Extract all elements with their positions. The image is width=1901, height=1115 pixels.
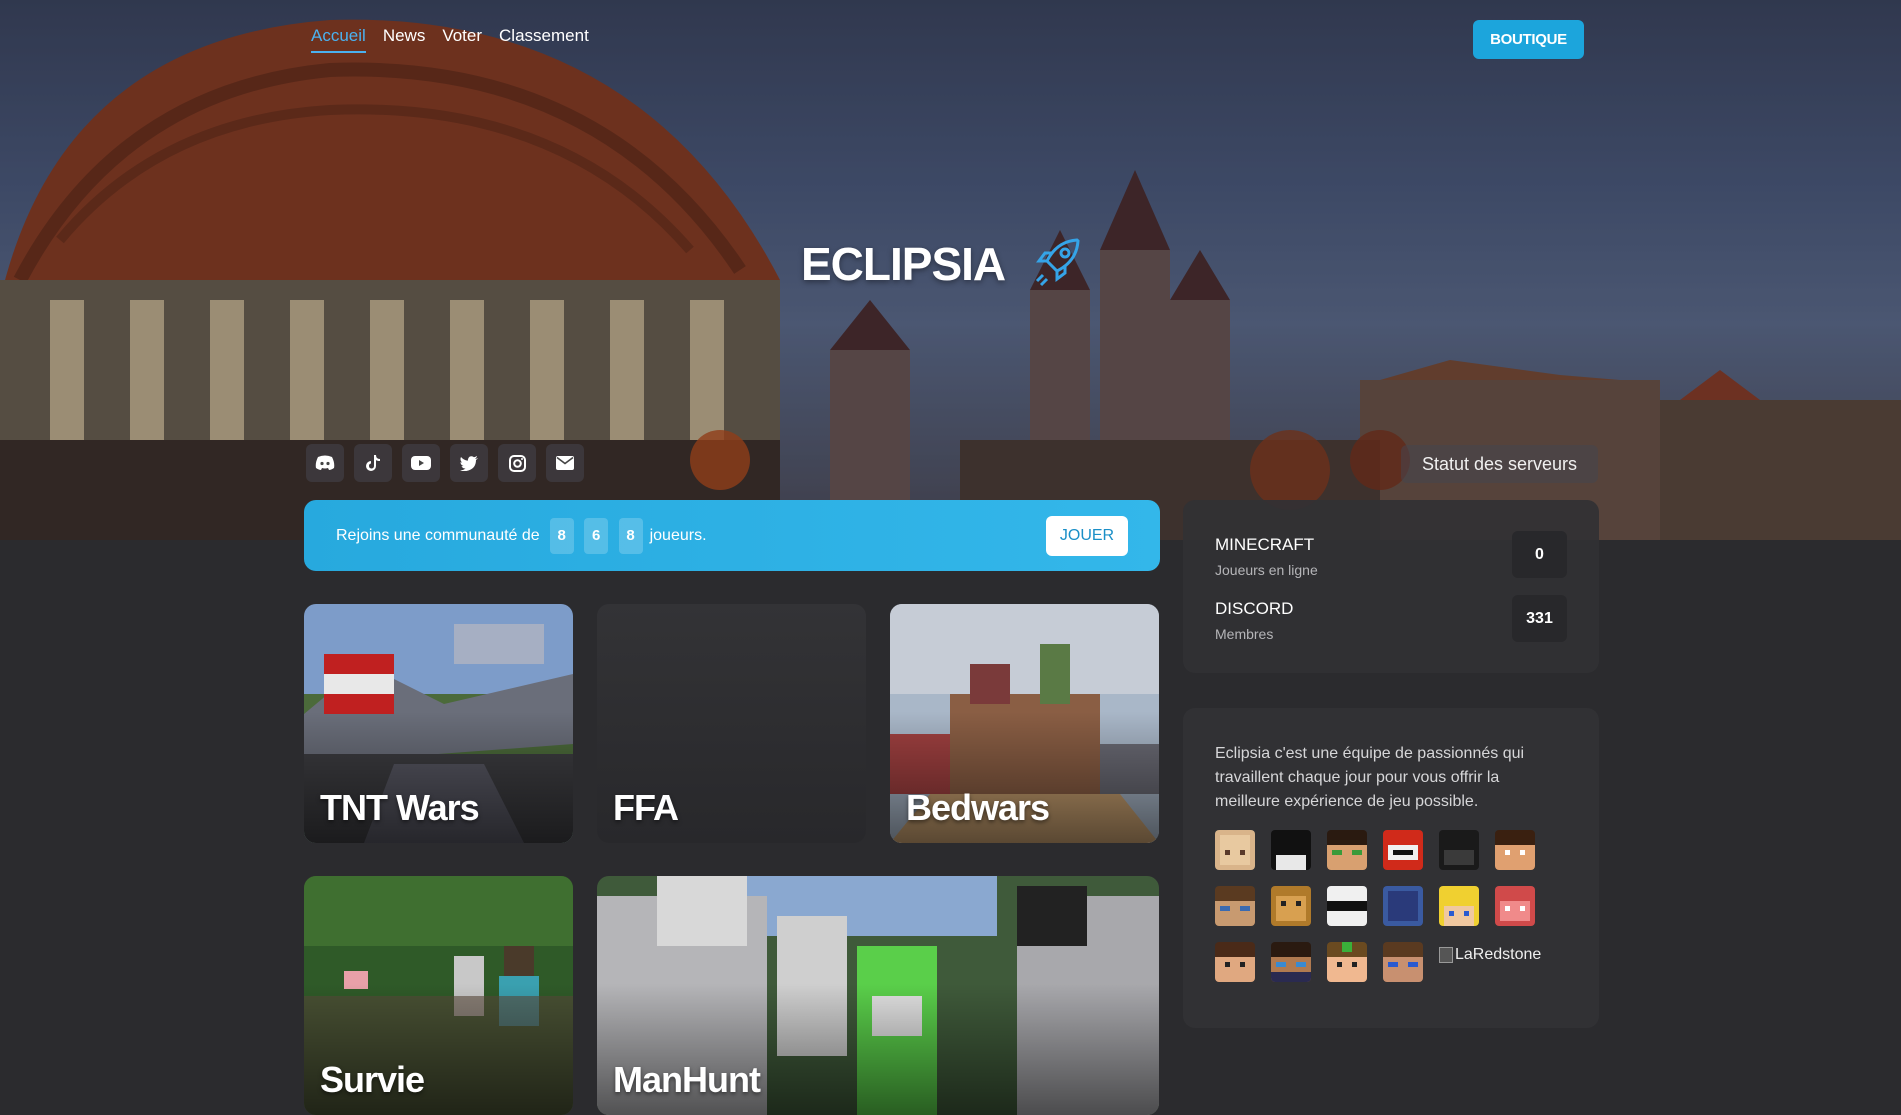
social-links xyxy=(306,444,584,482)
server-subtitle: Joueurs en ligne xyxy=(1215,562,1318,578)
player-count-digit: 8 xyxy=(549,517,574,554)
tiktok-icon[interactable] xyxy=(354,444,392,482)
avatar[interactable] xyxy=(1215,886,1255,926)
avatar[interactable] xyxy=(1327,942,1367,982)
avatar[interactable] xyxy=(1383,942,1423,982)
server-count: 0 xyxy=(1512,531,1567,578)
server-count: 331 xyxy=(1512,595,1567,642)
game-card-tnt-wars[interactable]: TNT Wars xyxy=(304,604,573,843)
server-name: DISCORD xyxy=(1215,599,1294,618)
avatar[interactable] xyxy=(1439,830,1479,870)
brand: ECLIPSIA xyxy=(801,235,1083,292)
about-text: Eclipsia c'est une équipe de passionnés … xyxy=(1215,745,1525,810)
server-row-minecraft: MINECRAFT Joueurs en ligne xyxy=(1215,535,1318,578)
server-subtitle: Membres xyxy=(1215,626,1274,642)
avatar[interactable] xyxy=(1215,830,1255,870)
about-panel: Eclipsia c'est une équipe de passionnés … xyxy=(1183,708,1599,1028)
join-text-suffix: joueurs. xyxy=(649,526,707,544)
avatar[interactable] xyxy=(1439,886,1479,926)
instagram-icon[interactable] xyxy=(498,444,536,482)
nav-item-news[interactable]: News xyxy=(383,26,426,53)
avatar[interactable] xyxy=(1327,830,1367,870)
youtube-icon[interactable] xyxy=(402,444,440,482)
avatar-alt-text: LaRedstone xyxy=(1455,946,1542,963)
game-card-bedwars[interactable]: Bedwars xyxy=(890,604,1159,843)
avatar[interactable] xyxy=(1383,830,1423,870)
player-count-digit: 6 xyxy=(584,517,609,554)
avatar[interactable] xyxy=(1383,886,1423,926)
rocket-icon xyxy=(1031,235,1083,292)
avatar[interactable] xyxy=(1495,830,1535,870)
avatar[interactable] xyxy=(1271,942,1311,982)
server-status-title: Statut des serveurs xyxy=(1401,445,1598,483)
play-button[interactable]: JOUER xyxy=(1046,516,1128,556)
join-text-prefix: Rejoins une communauté de xyxy=(336,526,540,544)
game-card-title: TNT Wars xyxy=(320,787,480,828)
server-status-panel: MINECRAFT Joueurs en ligne 0 DISCORD Mem… xyxy=(1183,500,1599,673)
mail-icon[interactable] xyxy=(546,444,584,482)
shop-button[interactable]: BOUTIQUE xyxy=(1473,20,1584,59)
game-card-survie[interactable]: Survie xyxy=(304,876,573,1115)
game-card-ffa[interactable]: FFA xyxy=(597,604,866,843)
avatar[interactable] xyxy=(1271,830,1311,870)
server-name: MINECRAFT xyxy=(1215,535,1315,554)
avatar[interactable] xyxy=(1327,886,1367,926)
game-card-title: ManHunt xyxy=(613,1059,761,1100)
discord-icon[interactable] xyxy=(306,444,344,482)
avatar-broken-image[interactable]: LaRedstone xyxy=(1439,946,1541,964)
join-banner: Rejoins une communauté de 8 6 8 joueurs.… xyxy=(304,500,1160,571)
game-card-manhunt[interactable]: ManHunt xyxy=(597,876,1159,1115)
nav-item-accueil[interactable]: Accueil xyxy=(311,26,366,53)
avatar[interactable] xyxy=(1495,886,1535,926)
twitter-icon[interactable] xyxy=(450,444,488,482)
player-count-digit: 8 xyxy=(618,517,643,554)
game-card-title: Bedwars xyxy=(906,787,1050,828)
main-nav: Accueil News Voter Classement xyxy=(311,26,589,53)
game-card-title: Survie xyxy=(320,1059,425,1100)
avatar[interactable] xyxy=(1215,942,1255,982)
game-card-title: FFA xyxy=(613,787,679,828)
nav-item-classement[interactable]: Classement xyxy=(499,26,589,53)
avatar[interactable] xyxy=(1271,886,1311,926)
nav-item-voter[interactable]: Voter xyxy=(442,26,482,53)
site-title: ECLIPSIA xyxy=(801,237,1006,290)
server-row-discord: DISCORD Membres xyxy=(1215,599,1293,642)
